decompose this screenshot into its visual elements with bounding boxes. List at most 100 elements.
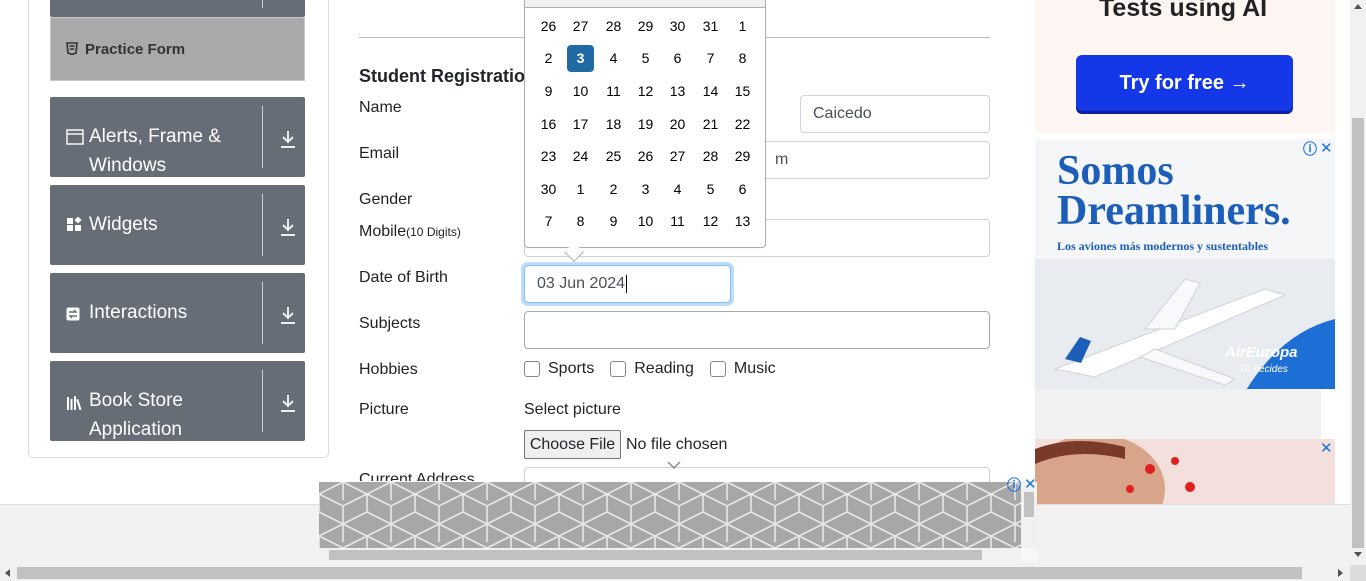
calendar-day[interactable]: 27 <box>664 143 691 170</box>
calendar-day[interactable]: 23 <box>535 143 562 170</box>
calendar-day[interactable]: 27 <box>567 13 594 40</box>
sidebar-group-book-store[interactable]: Book Store Application <box>50 361 305 441</box>
sidebar-group-label: Book Store Application <box>89 390 183 440</box>
ad-close-icon[interactable]: ✕ <box>1320 139 1333 157</box>
ad-banner-bottom[interactable] <box>1035 439 1335 505</box>
calendar-day[interactable]: 9 <box>600 208 627 235</box>
download-icon[interactable] <box>279 393 297 413</box>
scroll-down-arrow[interactable] <box>1354 552 1362 557</box>
calendar-day[interactable]: 13 <box>664 78 691 105</box>
calendar-day[interactable]: 26 <box>632 143 659 170</box>
sidebar-group-interactions[interactable]: Interactions <box>50 273 305 353</box>
calendar-day[interactable]: 8 <box>567 208 594 235</box>
calendar-day[interactable]: 1 <box>567 176 594 203</box>
calendar-day[interactable]: 29 <box>729 143 756 170</box>
download-icon[interactable] <box>279 305 297 325</box>
calendar-day[interactable]: 5 <box>632 45 659 72</box>
calendar-day[interactable]: 2 <box>535 45 562 72</box>
calendar-day[interactable]: 30 <box>664 13 691 40</box>
last-name-input[interactable]: Caicedo <box>800 95 990 133</box>
calendar-day[interactable]: 22 <box>729 111 756 138</box>
calendar-day[interactable]: 16 <box>535 111 562 138</box>
horizontal-scroll-thumb[interactable] <box>17 567 1302 579</box>
calendar-day[interactable]: 1 <box>729 13 756 40</box>
calendar-day[interactable]: 19 <box>632 111 659 138</box>
calendar-day[interactable]: 13 <box>729 208 756 235</box>
calendar-day[interactable]: 21 <box>697 111 724 138</box>
horizontal-scrollbar[interactable] <box>0 565 1350 581</box>
calendar-day[interactable]: 2 <box>600 176 627 203</box>
vertical-scroll-thumb[interactable] <box>1352 118 1364 548</box>
ad-banner-airline[interactable]: Somos Dreamliners. Los aviones más moder… <box>1035 139 1335 389</box>
calendar-day[interactable]: 12 <box>697 208 724 235</box>
calendar-day[interactable]: 25 <box>600 143 627 170</box>
calendar-day[interactable]: 24 <box>567 143 594 170</box>
calendar-day[interactable]: 10 <box>632 208 659 235</box>
calendar-day[interactable]: 20 <box>664 111 691 138</box>
calendar-day[interactable]: 31 <box>697 13 724 40</box>
calendar-day[interactable]: 5 <box>697 176 724 203</box>
banner-info-icon[interactable]: ⓘ <box>1007 475 1021 495</box>
calendar-day[interactable]: 28 <box>600 13 627 40</box>
banner-vscroll-thumb[interactable] <box>1024 492 1034 517</box>
reading-label[interactable]: Reading <box>634 360 694 378</box>
calendar-day[interactable]: 6 <box>664 45 691 72</box>
calendar-day[interactable]: 8 <box>729 45 756 72</box>
calendar-day[interactable]: 4 <box>600 45 627 72</box>
choose-file-button[interactable]: Choose File <box>524 430 621 459</box>
sidebar-item-practice-form[interactable]: Practice Form <box>50 17 305 81</box>
divider <box>262 0 263 8</box>
ad-info-icon[interactable]: ⓘ <box>1303 139 1317 159</box>
calendar-day[interactable]: 4 <box>664 176 691 203</box>
calendar-day[interactable]: 29 <box>632 13 659 40</box>
sidebar-group-alerts[interactable]: Alerts, Frame & Windows <box>50 97 305 177</box>
current-address-input[interactable] <box>524 467 990 482</box>
sports-label[interactable]: Sports <box>548 360 594 378</box>
calendar-day[interactable]: 18 <box>600 111 627 138</box>
banner-close-icon[interactable]: ✕ <box>1024 475 1037 493</box>
dob-input[interactable]: 03 Jun 2024 <box>524 265 731 303</box>
reading-checkbox[interactable] <box>610 361 627 377</box>
banner-hscroll-thumb[interactable] <box>329 550 982 560</box>
subjects-input[interactable] <box>524 311 990 349</box>
calendar-day[interactable]: 26 <box>535 13 562 40</box>
music-checkbox[interactable] <box>709 361 726 377</box>
scroll-right-arrow[interactable] <box>1338 569 1343 577</box>
calendar-day[interactable]: 28 <box>697 143 724 170</box>
calendar-day[interactable]: 7 <box>697 45 724 72</box>
calendar-day[interactable]: 3 <box>632 176 659 203</box>
calendar-day[interactable]: 11 <box>600 78 627 105</box>
sidebar-group-elements[interactable] <box>50 0 305 17</box>
calendar-day[interactable]: 10 <box>567 78 594 105</box>
download-icon[interactable] <box>279 129 297 149</box>
music-label[interactable]: Music <box>734 360 776 378</box>
sidebar-group-widgets[interactable]: Widgets <box>50 185 305 265</box>
text-cursor <box>626 275 628 293</box>
scroll-up-arrow[interactable] <box>1354 4 1362 9</box>
vertical-scrollbar[interactable] <box>1350 0 1366 565</box>
calendar-day[interactable]: 11 <box>664 208 691 235</box>
calendar-day[interactable]: 12 <box>632 78 659 105</box>
calendar-day[interactable]: 30 <box>535 176 562 203</box>
calendar-day[interactable]: 6 <box>729 176 756 203</box>
mobile-label-text: Mobile <box>359 223 407 240</box>
bottom-ad-banner[interactable] <box>319 482 1037 562</box>
last-name-value: Caicedo <box>813 105 872 122</box>
download-icon[interactable] <box>279 217 297 237</box>
ad-heading-2: Dreamliners. <box>1057 188 1291 234</box>
banner-hscroll[interactable] <box>319 548 1021 562</box>
calendar-day[interactable]: 17 <box>567 111 594 138</box>
calendar-day[interactable]: 9 <box>535 78 562 105</box>
calendar-day[interactable]: 7 <box>535 208 562 235</box>
chevron-down-icon[interactable] <box>667 461 681 470</box>
ad-close-icon[interactable]: ✕ <box>1320 439 1333 457</box>
ad-banner-top[interactable]: Tests using AI Try for free → <box>1035 0 1335 133</box>
divider <box>262 106 263 168</box>
calendar-day-selected[interactable]: 3 <box>567 45 594 72</box>
sports-checkbox[interactable] <box>524 361 540 377</box>
scroll-left-arrow[interactable] <box>5 569 10 577</box>
gender-label: Gender <box>359 191 413 208</box>
calendar-day[interactable]: 15 <box>729 78 756 105</box>
try-for-free-button[interactable]: Try for free → <box>1076 55 1293 111</box>
calendar-day[interactable]: 14 <box>697 78 724 105</box>
